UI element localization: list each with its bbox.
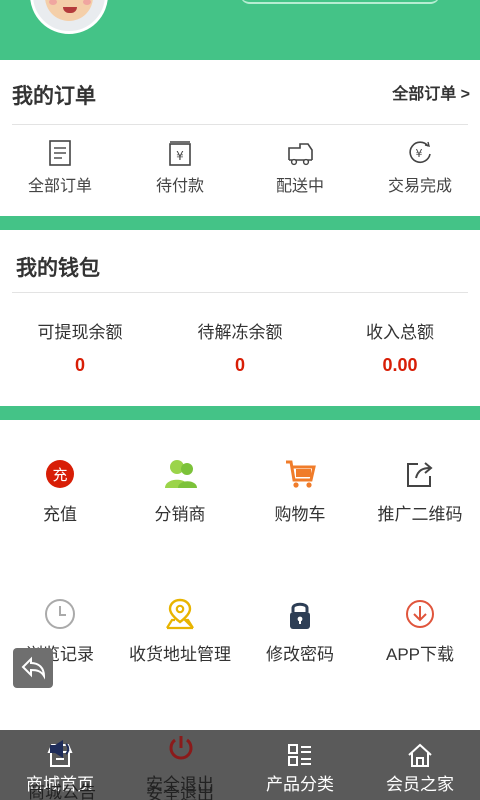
- svg-text:¥: ¥: [416, 147, 423, 160]
- wallet-frozen-label: 待解冻余额: [197, 323, 283, 342]
- wallet-frozen[interactable]: 待解冻余额 0: [160, 318, 320, 378]
- profile-header: [0, 0, 480, 60]
- grid-recharge[interactable]: 充 充值: [0, 458, 120, 538]
- location-icon: [164, 598, 196, 630]
- section-separator: [0, 406, 480, 420]
- home-icon: [408, 743, 432, 767]
- wallet-withdrawable-label: 可提现余额: [37, 323, 123, 342]
- nav-member-home-label: 会员之家: [386, 775, 454, 794]
- wallet-row: 可提现余额 0 待解冻余额 0 收入总额 0.00: [0, 318, 480, 378]
- grid-address-label: 收货地址管理: [129, 645, 231, 664]
- nav-categories-label: 产品分类: [266, 775, 334, 794]
- grid-cart-label: 购物车: [274, 505, 326, 524]
- recharge-icon-text: 充: [52, 467, 68, 484]
- section-separator: [0, 216, 480, 230]
- ghost-logout-label: 安全退出: [146, 785, 214, 800]
- grid-app-download-label: APP下载: [385, 645, 455, 664]
- exchange-complete-icon: ¥: [409, 141, 431, 163]
- lock-icon: [284, 598, 316, 630]
- svg-text:¥: ¥: [176, 149, 184, 163]
- order-status-row: 全部订单 ¥ 待付款 配送中 ¥ 交易完成: [0, 134, 480, 204]
- distributor-icon-shape: [165, 460, 197, 488]
- grid-address[interactable]: 收货地址管理: [120, 598, 240, 678]
- orders-title: 我的订单: [12, 85, 96, 108]
- download-icon: [404, 598, 436, 630]
- wallet-title: 我的钱包: [16, 257, 100, 280]
- order-all[interactable]: 全部订单: [0, 134, 120, 204]
- order-pending-payment-label: 待付款: [155, 178, 204, 195]
- grid-recharge-label: 充值: [43, 505, 77, 524]
- download-icon-shape: [406, 600, 434, 628]
- share-icon: [404, 458, 436, 490]
- category-icon: [288, 744, 311, 766]
- order-completed-label: 交易完成: [387, 178, 452, 195]
- avatar[interactable]: [30, 0, 108, 34]
- announcement-icon: [50, 740, 70, 758]
- grid-cart[interactable]: 购物车: [240, 458, 360, 538]
- back-arrow-icon: [21, 656, 46, 680]
- location-icon-shape: [166, 598, 194, 630]
- divider: [12, 292, 468, 293]
- nav-categories[interactable]: 产品分类: [240, 730, 360, 800]
- order-delivering[interactable]: 配送中: [240, 134, 360, 204]
- recharge-icon: 充: [44, 458, 76, 490]
- all-orders-link[interactable]: 全部订单 >: [392, 80, 470, 104]
- back-button[interactable]: [13, 648, 53, 688]
- distributor-icon: [164, 458, 197, 490]
- grid-distributor[interactable]: 分销商: [120, 458, 240, 538]
- order-all-label: 全部订单: [27, 178, 92, 195]
- truck-icon: [288, 143, 313, 166]
- grid-app-download[interactable]: APP下载: [360, 598, 480, 678]
- grid-password[interactable]: 修改密码: [240, 598, 360, 678]
- wallet-total-income[interactable]: 收入总额 0.00: [320, 318, 480, 378]
- clock-icon-shape: [45, 599, 75, 629]
- wallet-total-income-label: 收入总额: [366, 323, 434, 342]
- cart-icon-shape: [286, 460, 316, 488]
- nav-member-home[interactable]: 会员之家: [360, 730, 480, 800]
- wallet-total-income-value: 0.00: [382, 355, 418, 375]
- wallet-withdrawable-value: 0: [74, 355, 85, 375]
- clock-icon: [44, 598, 76, 630]
- grid-qrcode-label: 推广二维码: [377, 505, 463, 524]
- wallet-withdrawable[interactable]: 可提现余额 0: [0, 318, 160, 378]
- power-icon: [169, 736, 193, 760]
- cart-icon: [284, 458, 316, 490]
- order-delivering-label: 配送中: [275, 178, 324, 195]
- header-decoration: [240, 0, 440, 4]
- document-icon: [49, 140, 71, 166]
- order-completed[interactable]: ¥ 交易完成: [360, 134, 480, 204]
- grid-qrcode[interactable]: 推广二维码: [360, 458, 480, 538]
- lock-icon-shape: [290, 602, 310, 629]
- wallet-frozen-value: 0: [234, 355, 245, 375]
- grid-distributor-label: 分销商: [154, 505, 206, 524]
- grid-password-label: 修改密码: [266, 645, 334, 664]
- ghost-announcement-label: 商城公告: [28, 783, 96, 800]
- payment-icon: ¥: [169, 141, 191, 166]
- divider: [12, 124, 468, 125]
- function-grid: 充 充值 分销商 购物车 推广二维码 浏览记录 收货地址管理 修改密码 APP下…: [0, 420, 480, 730]
- order-pending-payment[interactable]: ¥ 待付款: [120, 134, 240, 204]
- share-icon-shape: [407, 462, 433, 487]
